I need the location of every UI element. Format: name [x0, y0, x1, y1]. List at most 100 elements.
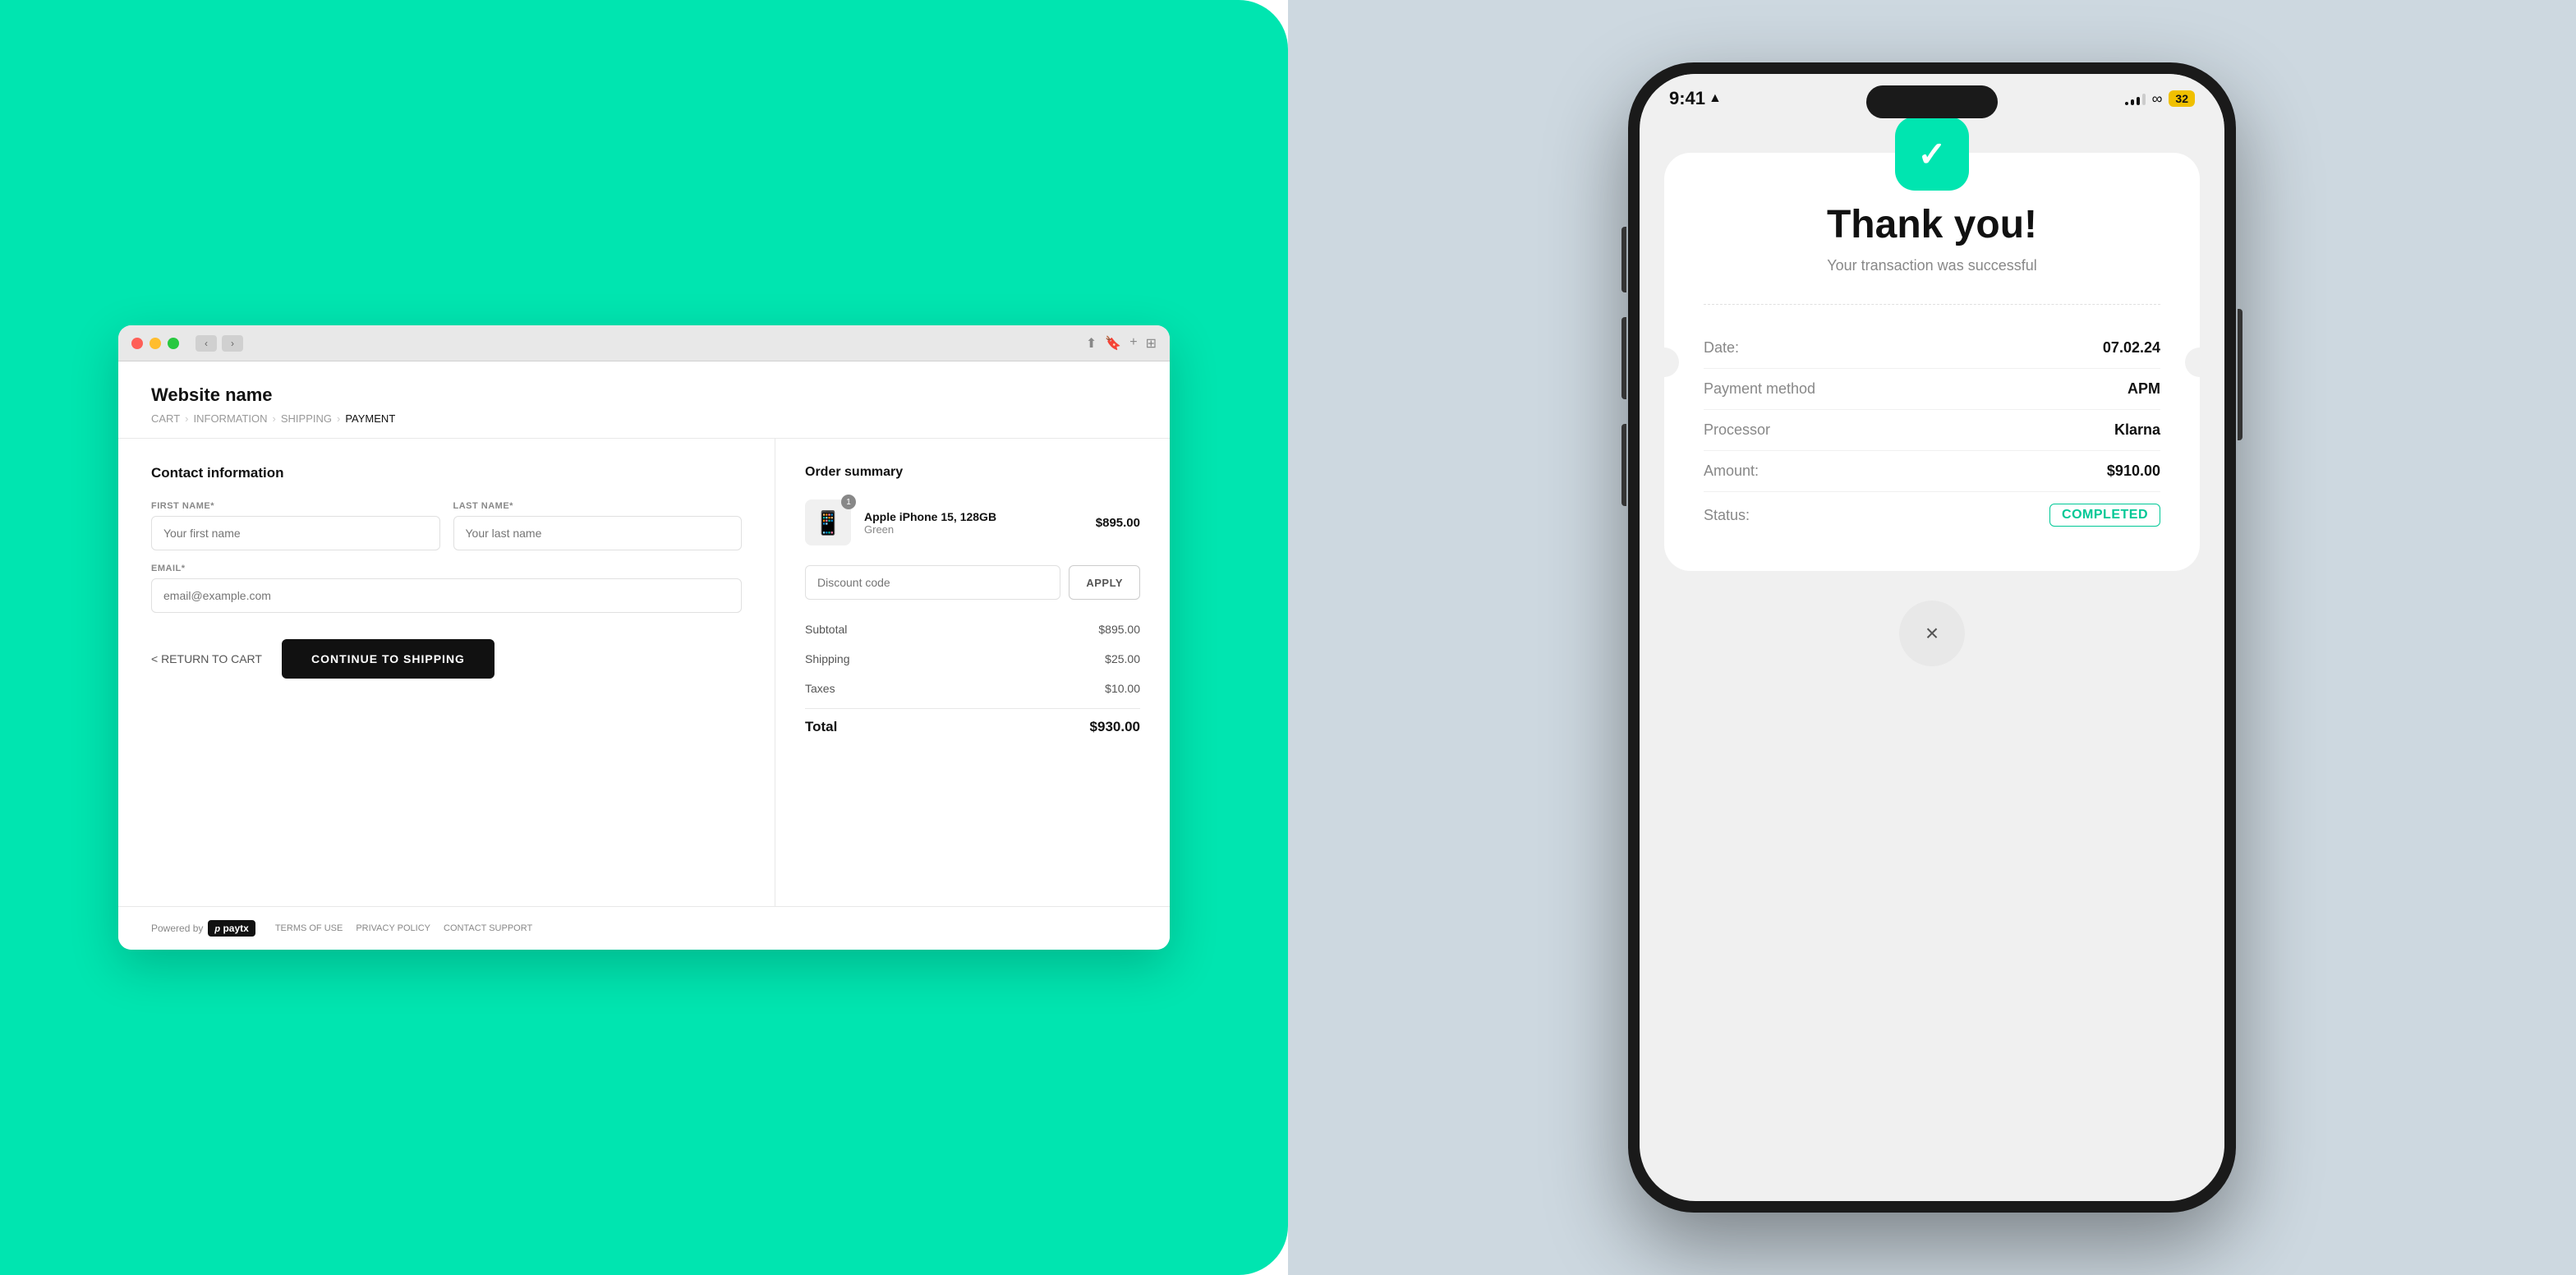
checkout-footer: Powered by p paytx TERMS OF USE PRIVACY … [118, 906, 1170, 950]
card-tear-right [2185, 348, 2215, 377]
phone-frame: 9:41 ▲ ∞ 32 [1628, 62, 2236, 1213]
shipping-label: Shipping [805, 652, 850, 665]
left-panel: ‹ › ⬆ 🔖 + ⊞ Website name CART › INFORMAT… [0, 0, 1288, 1275]
amount-value: $910.00 [2107, 463, 2160, 480]
signal-bar-4 [2142, 94, 2146, 105]
processor-label: Processor [1704, 421, 1770, 439]
payment-method-label: Payment method [1704, 380, 1815, 398]
email-group: EMAIL* [151, 564, 742, 613]
phone-volume-up [1622, 227, 1626, 292]
form-actions: < RETURN TO CART CONTINUE TO SHIPPING [151, 639, 742, 679]
powered-by-label: Powered by [151, 923, 203, 934]
check-icon-wrapper: ✓ [1895, 117, 1969, 191]
transaction-card: ✓ Thank you! Your transaction was succes… [1664, 153, 2200, 571]
discount-input[interactable] [805, 565, 1060, 600]
signal-bar-2 [2131, 99, 2134, 105]
breadcrumb-information[interactable]: INFORMATION [194, 412, 268, 425]
grid-icon[interactable]: ⊞ [1146, 335, 1157, 352]
status-badge: COMPLETED [2049, 504, 2160, 527]
time-display: 9:41 [1669, 88, 1705, 109]
name-row: FIRST NAME* LAST NAME* [151, 501, 742, 550]
email-label: EMAIL* [151, 564, 742, 573]
paytx-logo: p paytx [208, 920, 255, 937]
total-line: Total $930.00 [805, 708, 1140, 735]
date-value: 07.02.24 [2103, 339, 2160, 357]
processor-value: Klarna [2114, 421, 2160, 439]
signal-bar-3 [2137, 97, 2140, 105]
powered-by: Powered by p paytx [151, 920, 255, 937]
signal-bars [2125, 92, 2146, 105]
site-name: Website name [151, 384, 1137, 406]
subtotal-line: Subtotal $895.00 [805, 619, 1140, 639]
first-name-group: FIRST NAME* [151, 501, 440, 550]
privacy-link[interactable]: PRIVACY POLICY [356, 923, 430, 933]
product-price: $895.00 [1096, 516, 1140, 530]
order-summary: Order summary 📱 1 Apple iPhone 15, 128GB… [775, 439, 1170, 906]
check-icon: ✓ [1917, 134, 1946, 174]
brand-name: paytx [223, 923, 248, 934]
subtotal-label: Subtotal [805, 623, 847, 636]
dynamic-island [1866, 85, 1998, 118]
product-variant: Green [864, 523, 1083, 536]
shipping-line: Shipping $25.00 [805, 649, 1140, 669]
processor-row: Processor Klarna [1704, 410, 2160, 451]
plus-icon[interactable]: + [1129, 335, 1137, 352]
browser-window: ‹ › ⬆ 🔖 + ⊞ Website name CART › INFORMAT… [118, 325, 1170, 950]
product-name: Apple iPhone 15, 128GB [864, 510, 1083, 523]
browser-dot-green[interactable] [168, 338, 179, 349]
shipping-value: $25.00 [1105, 652, 1140, 665]
apply-button[interactable]: APPLY [1069, 565, 1140, 600]
product-info: Apple iPhone 15, 128GB Green [864, 510, 1083, 536]
payment-method-value: APM [2128, 380, 2160, 398]
first-name-label: FIRST NAME* [151, 501, 440, 511]
browser-dot-red[interactable] [131, 338, 143, 349]
browser-titlebar: ‹ › ⬆ 🔖 + ⊞ [118, 325, 1170, 361]
product-quantity-badge: 1 [841, 495, 856, 509]
card-tear-left [1649, 348, 1679, 377]
email-input[interactable] [151, 578, 742, 613]
checkout-form: Contact information FIRST NAME* LAST NAM… [118, 439, 775, 906]
status-time: 9:41 ▲ [1669, 88, 1722, 109]
discount-row: APPLY [805, 565, 1140, 600]
taxes-value: $10.00 [1105, 682, 1140, 695]
total-label: Total [805, 719, 837, 735]
checkout-header: Website name CART › INFORMATION › SHIPPI… [118, 361, 1170, 439]
share-icon[interactable]: ⬆ [1086, 335, 1097, 352]
breadcrumb-payment[interactable]: PAYMENT [345, 412, 395, 425]
close-button[interactable]: × [1899, 601, 1965, 666]
continue-to-shipping-button[interactable]: CONTINUE TO SHIPPING [282, 639, 494, 679]
phone-power-button [2238, 309, 2242, 440]
phone-silent-switch [1622, 424, 1626, 506]
breadcrumb-shipping[interactable]: SHIPPING [281, 412, 332, 425]
taxes-label: Taxes [805, 682, 835, 695]
date-row: Date: 07.02.24 [1704, 328, 2160, 369]
terms-link[interactable]: TERMS OF USE [275, 923, 343, 933]
connectivity-icon: ∞ [2152, 90, 2163, 108]
breadcrumb: CART › INFORMATION › SHIPPING › PAYMENT [151, 412, 1137, 425]
total-value: $930.00 [1090, 719, 1140, 735]
taxes-line: Taxes $10.00 [805, 679, 1140, 698]
first-name-input[interactable] [151, 516, 440, 550]
phone-screen: 9:41 ▲ ∞ 32 [1640, 74, 2224, 1201]
amount-label: Amount: [1704, 463, 1759, 480]
contact-section-title: Contact information [151, 465, 742, 481]
breadcrumb-cart[interactable]: CART [151, 412, 180, 425]
card-divider [1704, 304, 2160, 305]
footer-links: TERMS OF USE PRIVACY POLICY CONTACT SUPP… [275, 923, 532, 933]
browser-back-btn[interactable]: ‹ [196, 335, 217, 352]
bookmark-icon[interactable]: 🔖 [1105, 335, 1121, 352]
payment-method-row: Payment method APM [1704, 369, 2160, 410]
browser-content: Website name CART › INFORMATION › SHIPPI… [118, 361, 1170, 950]
last-name-input[interactable] [453, 516, 743, 550]
date-label: Date: [1704, 339, 1739, 357]
support-link[interactable]: CONTACT SUPPORT [444, 923, 532, 933]
browser-forward-btn[interactable]: › [222, 335, 243, 352]
battery-badge: 32 [2169, 90, 2195, 107]
product-image: 📱 1 [805, 499, 851, 545]
phone-volume-down [1622, 317, 1626, 399]
browser-dot-yellow[interactable] [150, 338, 161, 349]
status-label: Status: [1704, 507, 1750, 524]
return-to-cart-button[interactable]: < RETURN TO CART [151, 652, 262, 665]
amount-row: Amount: $910.00 [1704, 451, 2160, 492]
last-name-group: LAST NAME* [453, 501, 743, 550]
